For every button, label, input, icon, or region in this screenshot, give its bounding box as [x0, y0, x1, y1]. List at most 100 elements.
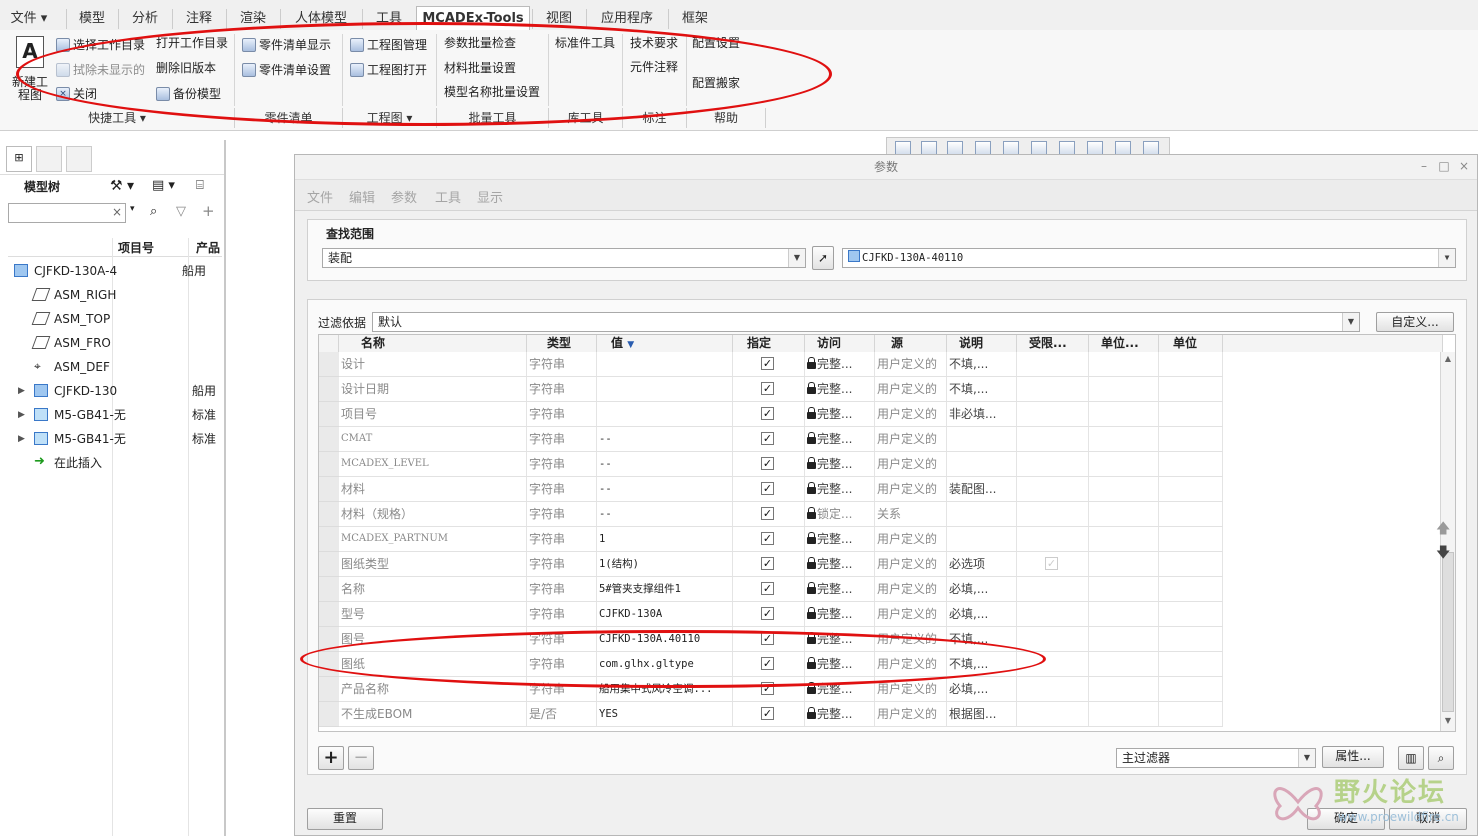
param-unit-quantity[interactable]: [1089, 702, 1159, 726]
scroll-up-icon[interactable]: ▲: [1442, 354, 1454, 366]
param-designate[interactable]: ✓: [733, 452, 805, 476]
param-type[interactable]: 字符串: [527, 352, 597, 376]
param-description[interactable]: 必填,...: [947, 602, 1017, 626]
param-source[interactable]: 用户定义的: [875, 577, 947, 601]
param-restricted[interactable]: [1017, 677, 1089, 701]
param-designate[interactable]: ✓: [733, 477, 805, 501]
param-description[interactable]: 必填,...: [947, 577, 1017, 601]
param-unit-quantity[interactable]: [1089, 677, 1159, 701]
param-value[interactable]: 1(结构): [597, 552, 733, 576]
designate-checkbox[interactable]: ✓: [761, 382, 774, 395]
param-source[interactable]: 用户定义的: [875, 702, 947, 726]
parameter-row[interactable]: 图纸类型 字符串 1(结构) ✓ 完整... 用户定义的 必选项 ✓: [339, 552, 1223, 577]
column-description[interactable]: 说明: [947, 335, 1017, 352]
scroll-down-icon[interactable]: ▼: [1442, 716, 1454, 728]
param-restricted[interactable]: [1017, 452, 1089, 476]
parameter-row[interactable]: 项目号 字符串 ✓ 完整... 用户定义的 非必填...: [339, 402, 1223, 427]
designate-checkbox[interactable]: ✓: [761, 407, 774, 420]
param-type[interactable]: 字符串: [527, 377, 597, 401]
param-restricted[interactable]: [1017, 377, 1089, 401]
param-unit-quantity[interactable]: [1089, 502, 1159, 526]
param-designate[interactable]: ✓: [733, 552, 805, 576]
param-unit[interactable]: [1159, 477, 1223, 501]
param-name[interactable]: 项目号: [339, 402, 527, 426]
designate-checkbox[interactable]: ✓: [761, 707, 774, 720]
column-value[interactable]: 值 ▼: [597, 335, 733, 352]
param-designate[interactable]: ✓: [733, 527, 805, 551]
parameter-row[interactable]: 材料（规格） 字符串 -- ✓ 锁定... 关系: [339, 502, 1223, 527]
param-designate[interactable]: ✓: [733, 702, 805, 726]
param-unit-quantity[interactable]: [1089, 552, 1159, 576]
param-name[interactable]: 材料: [339, 477, 527, 501]
column-access[interactable]: 访问: [805, 335, 875, 352]
param-restricted[interactable]: [1017, 702, 1089, 726]
param-source[interactable]: 用户定义的: [875, 377, 947, 401]
param-type[interactable]: 字符串: [527, 577, 597, 601]
column-restricted[interactable]: 受限...: [1017, 335, 1089, 352]
param-source[interactable]: 用户定义的: [875, 402, 947, 426]
param-access[interactable]: 完整...: [805, 577, 875, 601]
param-restricted[interactable]: ✓: [1017, 552, 1089, 576]
open-work-dir-button[interactable]: 打开工作目录: [156, 34, 228, 51]
param-designate[interactable]: ✓: [733, 352, 805, 376]
param-unit[interactable]: [1159, 502, 1223, 526]
expand-arrow-icon[interactable]: ▶: [18, 404, 25, 426]
param-name[interactable]: 材料（规格）: [339, 502, 527, 526]
param-unit-quantity[interactable]: [1089, 427, 1159, 451]
reset-button[interactable]: 重置: [307, 808, 383, 830]
column-designate[interactable]: 指定: [733, 335, 805, 352]
column-unit-quantity[interactable]: 单位...: [1089, 335, 1159, 352]
param-type[interactable]: 字符串: [527, 652, 597, 676]
designate-checkbox[interactable]: ✓: [761, 607, 774, 620]
param-designate[interactable]: ✓: [733, 627, 805, 651]
param-batch-check-button[interactable]: 参数批量检查: [444, 34, 516, 51]
param-designate[interactable]: ✓: [733, 652, 805, 676]
param-type[interactable]: 字符串: [527, 527, 597, 551]
select-work-dir-button[interactable]: 选择工作目录: [56, 36, 145, 53]
param-description[interactable]: 非必填...: [947, 402, 1017, 426]
add-column-icon[interactable]: +: [202, 202, 215, 220]
config-move-button[interactable]: 配置搬家: [692, 74, 740, 91]
param-description[interactable]: [947, 427, 1017, 451]
param-description[interactable]: 不填,...: [947, 377, 1017, 401]
scope-object-select[interactable]: CJFKD-130A-40110 ▼: [842, 248, 1456, 268]
param-source[interactable]: 关系: [875, 502, 947, 526]
param-name[interactable]: 型号: [339, 602, 527, 626]
menu-tools[interactable]: 工具: [435, 187, 461, 206]
tab-human-model[interactable]: 人体模型: [280, 9, 361, 29]
param-name[interactable]: 设计日期: [339, 377, 527, 401]
favorites-icon[interactable]: [66, 146, 92, 172]
param-description[interactable]: 必填,...: [947, 677, 1017, 701]
designate-checkbox[interactable]: ✓: [761, 657, 774, 670]
expand-arrow-icon[interactable]: ▶: [18, 380, 25, 402]
parameter-row[interactable]: 名称 字符串 5#管夹支撑组件1 ✓ 完整... 用户定义的 必填,...: [339, 577, 1223, 602]
param-unit[interactable]: [1159, 627, 1223, 651]
tree-row-subassembly[interactable]: ▶ CJFKD-130 船用: [14, 380, 224, 402]
tree-row-insert-here[interactable]: ➜ 在此插入: [14, 452, 224, 474]
tech-requirements-button[interactable]: 技术要求: [630, 34, 678, 51]
param-type[interactable]: 字符串: [527, 552, 597, 576]
tree-row-datum[interactable]: ASM_RIGH: [14, 284, 224, 306]
param-unit[interactable]: [1159, 527, 1223, 551]
parameter-row[interactable]: 设计 字符串 ✓ 完整... 用户定义的 不填,...: [339, 352, 1223, 377]
remove-parameter-button[interactable]: −: [348, 746, 374, 770]
parameter-row[interactable]: CMAT 字符串 -- ✓ 完整... 用户定义的: [339, 427, 1223, 452]
parts-list-display-button[interactable]: 零件清单显示: [242, 36, 331, 53]
tab-view[interactable]: 视图: [532, 9, 585, 29]
param-unit-quantity[interactable]: [1089, 602, 1159, 626]
param-source[interactable]: 用户定义的: [875, 452, 947, 476]
param-value[interactable]: [597, 377, 733, 401]
material-batch-set-button[interactable]: 材料批量设置: [444, 59, 516, 76]
param-value[interactable]: 5#管夹支撑组件1: [597, 577, 733, 601]
add-parameter-button[interactable]: +: [318, 746, 344, 770]
param-designate[interactable]: ✓: [733, 602, 805, 626]
search-dropdown-icon[interactable]: ▾: [130, 204, 135, 214]
param-type[interactable]: 是/否: [527, 702, 597, 726]
param-access[interactable]: 完整...: [805, 552, 875, 576]
param-restricted[interactable]: [1017, 652, 1089, 676]
tab-annotate[interactable]: 注释: [172, 9, 225, 29]
designate-checkbox[interactable]: ✓: [761, 582, 774, 595]
properties-button[interactable]: 属性...: [1322, 746, 1384, 768]
parts-list-settings-button[interactable]: 零件清单设置: [242, 61, 331, 78]
find-binoculars-icon[interactable]: ⌕: [150, 204, 157, 219]
